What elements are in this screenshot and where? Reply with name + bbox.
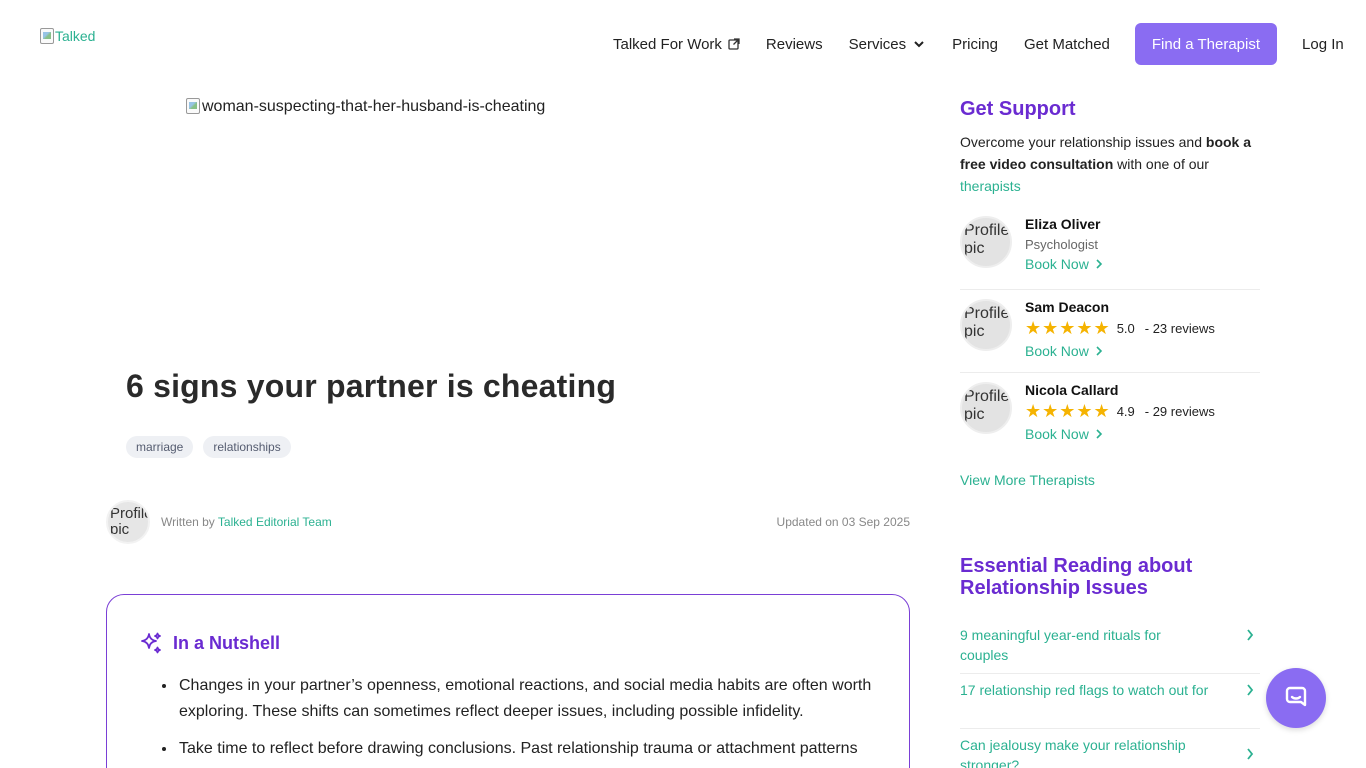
avatar: Profile pic — [960, 299, 1012, 351]
written-by: Written by Talked Editorial Team — [161, 515, 332, 529]
nav-reviews[interactable]: Reviews — [753, 36, 836, 53]
chevron-down-icon — [914, 41, 924, 48]
nav-reviews-label: Reviews — [765, 35, 823, 53]
avatar-alt: Profile pic — [964, 305, 1010, 340]
therapist-card: Profile pic Eliza Oliver Psychologist Bo… — [960, 207, 1260, 290]
nav-login[interactable]: Log In — [1289, 36, 1357, 53]
nav-talked-for-work-label: Talked For Work — [613, 35, 722, 53]
site-header: Talked Talked For Work Reviews Services … — [0, 0, 1366, 88]
avatar: Profile pic — [960, 216, 1012, 268]
nutshell-heading: In a Nutshell — [139, 631, 879, 655]
author-row: Profile pic Written by Talked Editorial … — [106, 500, 910, 544]
therapist-name: Eliza Oliver — [1025, 216, 1101, 232]
broken-image-icon — [186, 98, 200, 114]
chat-launcher-button[interactable] — [1266, 668, 1326, 728]
chevron-right-icon — [1247, 684, 1254, 696]
logo[interactable]: Talked — [40, 28, 95, 44]
therapists-link[interactable]: therapists — [960, 178, 1021, 194]
broken-image-icon — [40, 28, 54, 44]
nav-get-matched-label: Get Matched — [1024, 35, 1110, 53]
list-item: Take time to reflect before drawing conc… — [177, 736, 879, 762]
reading-link-label: Can jealousy make your relationship stro… — [960, 737, 1186, 768]
nav-login-label: Log In — [1302, 35, 1344, 53]
nutshell-box: In a Nutshell Changes in your partner’s … — [106, 594, 910, 768]
therapist-card: Profile pic Sam Deacon ★★★★★ 5.0 - 23 re… — [960, 290, 1260, 373]
nav-talked-for-work[interactable]: Talked For Work — [600, 36, 753, 53]
tag-relationships[interactable]: relationships — [203, 436, 291, 458]
author-avatar-alt: Profile pic — [110, 505, 150, 538]
therapist-info: Eliza Oliver Psychologist Book Now — [1025, 216, 1103, 272]
book-now-link[interactable]: Book Now — [1025, 343, 1215, 359]
book-now-label: Book Now — [1025, 426, 1089, 442]
external-link-icon — [728, 38, 740, 50]
chat-bubble-icon — [1285, 686, 1307, 707]
nav-get-matched[interactable]: Get Matched — [1011, 36, 1123, 53]
rating-value: 5.0 — [1116, 321, 1135, 336]
book-now-label: Book Now — [1025, 256, 1089, 272]
chevron-right-icon — [1247, 748, 1254, 760]
review-count: - 29 reviews — [1144, 404, 1215, 419]
chevron-right-icon — [1247, 629, 1254, 641]
sidebar-support: Get Support Overcome your relationship i… — [960, 98, 1260, 488]
hero-image: woman-suspecting-that-her-husband-is-che… — [186, 98, 910, 348]
reading-link[interactable]: 9 meaningful year-end rituals for couple… — [960, 619, 1260, 674]
reading-link[interactable]: Can jealousy make your relationship stro… — [960, 729, 1260, 768]
view-more-therapists-link[interactable]: View More Therapists — [960, 472, 1260, 488]
get-support-heading: Get Support — [960, 98, 1076, 120]
therapist-list: Profile pic Eliza Oliver Psychologist Bo… — [960, 207, 1260, 456]
therapist-card: Profile pic Nicola Callard ★★★★★ 4.9 - 2… — [960, 373, 1260, 456]
chevron-right-icon — [1096, 346, 1102, 356]
nav-pricing-label: Pricing — [952, 35, 998, 53]
updated-date: Updated on 03 Sep 2025 — [776, 515, 910, 529]
article-title: 6 signs your partner is cheating — [126, 368, 617, 404]
tag-marriage[interactable]: marriage — [126, 436, 194, 458]
author-link[interactable]: Talked Editorial Team — [218, 515, 332, 529]
nav-pricing[interactable]: Pricing — [939, 36, 1011, 53]
rating-value: 4.9 — [1116, 404, 1135, 419]
essential-reading-heading: Essential Reading about Relationship Iss… — [960, 555, 1193, 599]
chevron-right-icon — [1096, 259, 1102, 269]
rating-row: ★★★★★ 5.0 - 23 reviews — [1025, 318, 1215, 339]
main-nav: Talked For Work Reviews Services Pricing… — [600, 23, 1357, 65]
reading-link[interactable]: 17 relationship red flags to watch out f… — [960, 674, 1260, 729]
reading-link-label: 17 relationship red flags to watch out f… — [960, 682, 1209, 698]
nutshell-heading-label: In a Nutshell — [173, 632, 281, 653]
find-therapist-button[interactable]: Find a Therapist — [1134, 23, 1278, 65]
article-tags: marriage relationships — [126, 436, 291, 458]
star-rating-icon: ★★★★★ — [1025, 318, 1111, 338]
support-intro-text-2: with one of our — [1113, 156, 1209, 172]
rating-row: ★★★★★ 4.9 - 29 reviews — [1025, 401, 1215, 422]
hero-image-alt: woman-suspecting-that-her-husband-is-che… — [202, 98, 546, 115]
book-now-link[interactable]: Book Now — [1025, 426, 1215, 442]
reading-list: 9 meaningful year-end rituals for couple… — [960, 619, 1260, 768]
list-item: Changes in your partner’s openness, emot… — [177, 673, 879, 725]
avatar: Profile pic — [960, 382, 1012, 434]
avatar-alt: Profile pic — [964, 388, 1010, 423]
therapist-name: Sam Deacon — [1025, 299, 1110, 315]
support-intro-text: Overcome your relationship issues and — [960, 134, 1206, 150]
sparkle-icon — [141, 632, 161, 654]
nav-services-label: Services — [848, 35, 907, 53]
book-now-link[interactable]: Book Now — [1025, 256, 1103, 272]
chevron-right-icon — [1096, 429, 1102, 439]
author-avatar: Profile pic — [106, 500, 150, 544]
star-rating-icon: ★★★★★ — [1025, 401, 1111, 421]
therapist-info: Sam Deacon ★★★★★ 5.0 - 23 reviews Book N… — [1025, 299, 1215, 359]
nutshell-list: Changes in your partner’s openness, emot… — [139, 673, 879, 762]
book-now-label: Book Now — [1025, 343, 1089, 359]
logo-alt-text: Talked — [55, 28, 96, 44]
avatar-alt: Profile pic — [964, 222, 1010, 257]
written-by-label: Written by — [161, 515, 215, 529]
essential-reading: Essential Reading about Relationship Iss… — [960, 555, 1260, 768]
support-intro: Overcome your relationship issues and bo… — [960, 131, 1260, 197]
therapist-info: Nicola Callard ★★★★★ 4.9 - 29 reviews Bo… — [1025, 382, 1215, 442]
find-therapist-label: Find a Therapist — [1151, 35, 1261, 53]
reading-link-label: 9 meaningful year-end rituals for couple… — [960, 627, 1161, 663]
therapist-role: Psychologist — [1025, 237, 1098, 252]
review-count: - 23 reviews — [1144, 321, 1215, 336]
therapist-name: Nicola Callard — [1025, 382, 1119, 398]
nav-services[interactable]: Services — [836, 36, 940, 53]
